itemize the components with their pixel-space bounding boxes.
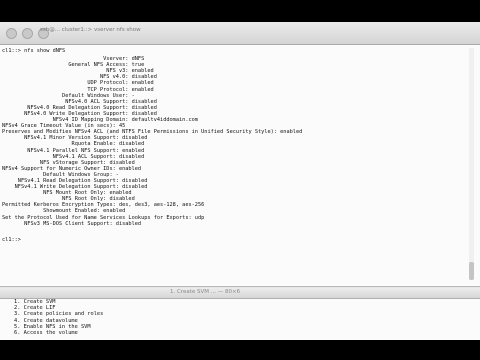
note-item: 3. Create policies and roles (14, 311, 104, 318)
command-output: Vserver: dNFS General NFS Access: true N… (2, 56, 454, 227)
terminal-output[interactable]: cl1::> nfs show dNFS Vserver: dNFS Gener… (2, 48, 454, 284)
note-item: 6. Access the volume (14, 330, 78, 337)
command-prompt-line: cl1::> nfs show dNFS (2, 48, 66, 54)
scrollbar-track[interactable] (469, 48, 474, 280)
minimize-icon[interactable] (22, 28, 33, 39)
end-prompt-line: cl1::> (2, 236, 21, 243)
terminal-titlebar[interactable]: ssh@... cluster1::> vserver nfs show (0, 22, 480, 45)
terminal-title: ssh@... cluster1::> vserver nfs show (40, 27, 141, 33)
output-line: NFSv3 MS-DOS Client Support: disabled (2, 220, 142, 227)
notes-list: 1. Create SVM 2. Create LIF 3. Create poli… (14, 299, 103, 336)
close-icon[interactable] (6, 28, 17, 39)
terminal-window[interactable]: ssh@... cluster1::> vserver nfs show cl1… (0, 22, 480, 287)
notes-title: 1. Create SVM ... — 80×6 (170, 289, 241, 295)
notes-window[interactable]: 1. Create SVM ... — 80×6 1. Create SVM 2.… (0, 288, 480, 340)
screen-frame: ssh@... cluster1::> vserver nfs show cl1… (0, 22, 480, 340)
notes-titlebar[interactable]: 1. Create SVM ... — 80×6 (0, 288, 480, 299)
scrollbar-thumb[interactable] (469, 262, 474, 280)
